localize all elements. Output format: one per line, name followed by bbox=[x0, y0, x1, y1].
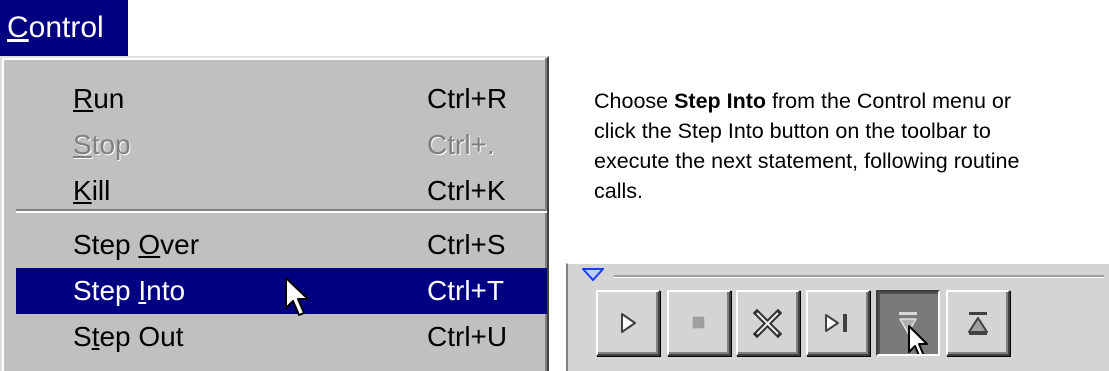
menu-item-label: Step Over bbox=[73, 229, 200, 260]
description-text: Choose bbox=[594, 89, 675, 113]
debug-toolbar bbox=[566, 263, 1109, 371]
menu-item-label: Step Out bbox=[73, 321, 184, 352]
menu-item-label: Step Into bbox=[73, 275, 186, 306]
menu-item-label: Kill bbox=[73, 175, 111, 206]
step-out-icon bbox=[968, 312, 988, 335]
step-into-description: Choose Step Into from the Control menu o… bbox=[594, 86, 1034, 206]
menu-item-kill[interactable]: Kill Ctrl+K bbox=[16, 168, 547, 214]
menu-item-step-over[interactable]: Step Over Ctrl+S bbox=[16, 222, 547, 268]
menu-item-step-into[interactable]: Step Into Ctrl+T bbox=[16, 268, 547, 316]
step-over-icon bbox=[825, 314, 847, 332]
step-into-icon bbox=[899, 312, 928, 354]
step-out-button[interactable] bbox=[946, 290, 1010, 356]
menu-item-label: Stop bbox=[73, 129, 131, 160]
step-over-button[interactable] bbox=[806, 290, 870, 356]
run-icon bbox=[621, 313, 636, 333]
toolbar-collapse-icon[interactable] bbox=[582, 268, 604, 282]
kill-icon bbox=[752, 308, 783, 339]
menu-item-shortcut: Ctrl+U bbox=[427, 321, 508, 352]
menu-item-shortcut: Ctrl+. bbox=[427, 129, 495, 160]
menu-item-shortcut: Ctrl+R bbox=[427, 83, 508, 114]
stop-button bbox=[667, 290, 731, 356]
menu-item-step-out[interactable]: Step Out Ctrl+U bbox=[16, 314, 547, 360]
menu-item-shortcut: Ctrl+S bbox=[427, 229, 506, 260]
menu-item-label: Run bbox=[73, 83, 125, 114]
menu-separator-highlight bbox=[16, 211, 547, 213]
control-menu-title[interactable]: Control bbox=[0, 0, 128, 56]
description-command: Step Into bbox=[674, 89, 767, 113]
mouse-pointer-icon bbox=[285, 277, 309, 316]
step-into-button[interactable] bbox=[876, 290, 940, 356]
kill-button[interactable] bbox=[736, 290, 800, 356]
run-button[interactable] bbox=[596, 290, 660, 356]
menu-item-shortcut: Ctrl+T bbox=[427, 275, 504, 306]
menu-item-run[interactable]: Run Ctrl+R bbox=[16, 76, 547, 122]
toolbar-groove bbox=[614, 275, 1104, 277]
menu-item-stop: Stop Ctrl+. bbox=[16, 122, 547, 168]
menu-item-shortcut: Ctrl+K bbox=[427, 175, 506, 206]
control-menu-dropdown: Run Ctrl+R Stop Ctrl+. Kill Ctrl+K Step … bbox=[0, 56, 549, 371]
stop-icon bbox=[692, 316, 705, 329]
